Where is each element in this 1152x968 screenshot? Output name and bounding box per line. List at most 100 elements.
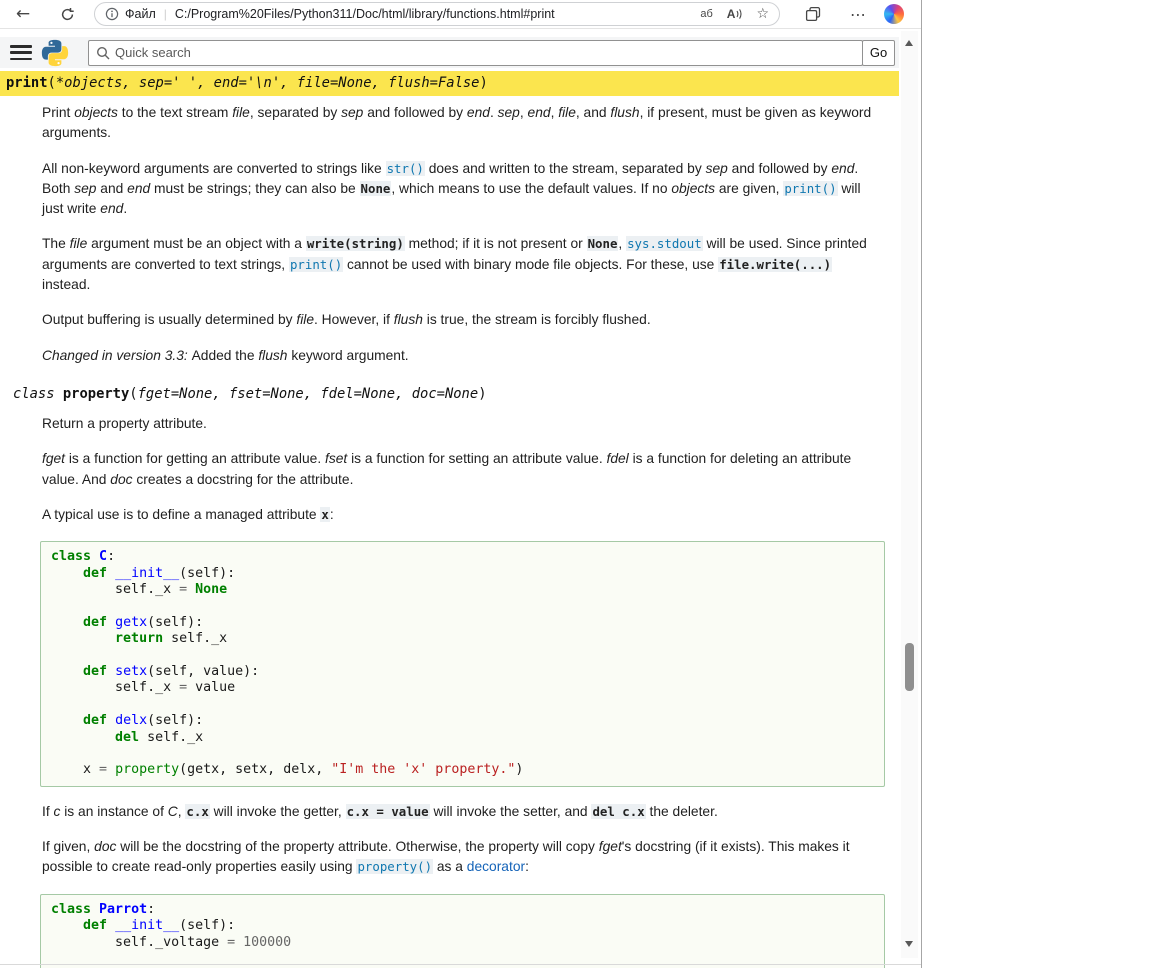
text-segment: = <box>227 935 235 950</box>
text-segment: file <box>558 105 576 120</box>
paragraph: The file argument must be an object with… <box>42 234 879 295</box>
code-reference-link[interactable]: print() <box>783 181 837 196</box>
text-segment: ) <box>480 75 488 91</box>
text-segment: fget=None, fset=None, fdel=None, doc=Non… <box>138 386 479 402</box>
scroll-down-icon[interactable] <box>905 941 913 947</box>
refresh-button[interactable] <box>54 2 80 26</box>
menu-icon[interactable] <box>10 45 32 60</box>
text-segment: fset <box>325 451 347 466</box>
text-segment: A typical use is to define a managed att… <box>42 507 320 522</box>
text-segment: c.x = value <box>346 804 430 819</box>
paragraph: A typical use is to define a managed att… <box>42 505 879 525</box>
go-button[interactable]: Go <box>862 40 895 66</box>
text-segment: file.write(...) <box>718 257 832 272</box>
text-segment <box>107 664 115 679</box>
text-segment: Added the <box>192 348 259 363</box>
text-segment <box>51 566 83 581</box>
code-reference-link[interactable]: sys.stdout <box>626 236 703 251</box>
text-segment: sep <box>706 161 728 176</box>
text-segment: print <box>6 75 48 91</box>
text-segment: is a function for setting an attribute v… <box>347 451 606 466</box>
code-reference-link[interactable]: str() <box>386 161 425 176</box>
text-segment: argument must be an object with a <box>87 236 306 251</box>
text-segment: sep <box>341 105 363 120</box>
text-segment: to the text stream <box>118 105 232 120</box>
text-segment: None <box>587 236 619 251</box>
address-bar[interactable]: Файл | C:/Program%20Files/Python311/Doc/… <box>94 2 780 26</box>
paragraph: Output buffering is usually determined b… <box>42 310 879 330</box>
python-logo[interactable] <box>40 38 70 68</box>
back-button[interactable]: ← <box>10 2 36 26</box>
text-segment: self._x <box>139 730 203 745</box>
search-icon <box>96 46 110 60</box>
text-segment: and followed by <box>363 105 467 120</box>
text-segment: self._x <box>51 582 179 597</box>
text-segment: (self): <box>147 713 203 728</box>
docs-header: Go <box>0 37 899 68</box>
text-segment: keyword argument. <box>287 348 408 363</box>
text-segment: file <box>70 236 88 251</box>
text-segment: = <box>99 762 107 777</box>
text-segment: self._x <box>163 631 227 646</box>
text-segment: , separated by <box>250 105 341 120</box>
paragraph: If given, doc will be the docstring of t… <box>42 837 879 878</box>
text-segment: class <box>51 549 91 564</box>
text-segment: getx <box>115 615 147 630</box>
text-segment <box>107 615 115 630</box>
text-segment <box>107 918 115 933</box>
text-segment: end <box>528 105 551 120</box>
text-segment: file <box>232 105 250 120</box>
translate-icon[interactable]: аб <box>700 8 712 20</box>
code-block: class Parrot: def __init__(self): self._… <box>40 894 885 968</box>
copilot-icon[interactable] <box>884 4 904 24</box>
text-segment: : <box>330 507 334 522</box>
print-signature: print(*objects, sep=' ', end='\n', file=… <box>0 71 899 96</box>
more-menu-button[interactable]: ⋯ <box>845 2 871 26</box>
text-segment: delx <box>115 713 147 728</box>
text-segment: property <box>63 386 129 402</box>
read-aloud-waves-icon <box>736 8 742 20</box>
desktop: { "browser": { "back_icon": "←", "more_i… <box>0 0 1152 968</box>
paragraph: Return a property attribute. <box>42 414 879 434</box>
text-segment: ( <box>48 75 56 91</box>
site-info-icon[interactable] <box>105 7 119 21</box>
code-reference-link[interactable]: print() <box>289 257 343 272</box>
scroll-thumb[interactable] <box>905 643 914 691</box>
read-aloud-icon[interactable]: A <box>727 7 743 21</box>
text-segment: setx <box>115 664 147 679</box>
read-aloud-letter: A <box>727 7 736 21</box>
text-segment: None <box>195 582 227 597</box>
text-segment: doc <box>110 472 132 487</box>
text-segment: None <box>360 181 392 196</box>
collections-button[interactable] <box>800 2 826 26</box>
text-segment: flush <box>394 312 423 327</box>
text-segment: the deleter. <box>646 804 718 819</box>
text-segment: C <box>168 804 178 819</box>
property-signature: class property(fget=None, fset=None, fde… <box>0 382 899 407</box>
window-right-border <box>921 0 922 968</box>
file-scheme-label: Файл <box>125 7 156 21</box>
favorite-star-icon[interactable]: ☆ <box>756 6 769 22</box>
text-segment: end <box>831 161 854 176</box>
text-segment <box>51 615 83 630</box>
text-segment: 100000 <box>243 935 291 950</box>
search-input[interactable] <box>88 40 863 66</box>
text-segment: "I'm the 'x' property." <box>331 762 515 777</box>
text-segment: Changed in version 3.3: <box>42 348 192 363</box>
text-segment: fget <box>42 451 65 466</box>
text-segment: does and written to the stream, separate… <box>425 161 706 176</box>
text-segment: All non-keyword arguments are converted … <box>42 161 386 176</box>
text-segment: . <box>123 201 127 216</box>
text-segment: def <box>83 918 107 933</box>
scroll-up-icon[interactable] <box>905 40 913 46</box>
text-link[interactable]: decorator <box>467 859 525 874</box>
browser-toolbar: ← Файл | C:/Program%20Files/Python311/Do… <box>0 0 921 29</box>
url-text: C:/Program%20Files/Python311/Doc/html/li… <box>175 7 686 21</box>
text-segment: will invoke the setter, and <box>430 804 592 819</box>
scrollbar-track[interactable] <box>901 31 918 958</box>
code-reference-link[interactable]: property() <box>356 859 433 874</box>
paragraph: Print objects to the text stream file, s… <box>42 103 879 144</box>
text-segment: Output buffering is usually determined b… <box>42 312 296 327</box>
text-segment: *objects, sep=' ', end='\n', file=None, … <box>56 75 480 91</box>
text-segment: objects <box>74 105 118 120</box>
